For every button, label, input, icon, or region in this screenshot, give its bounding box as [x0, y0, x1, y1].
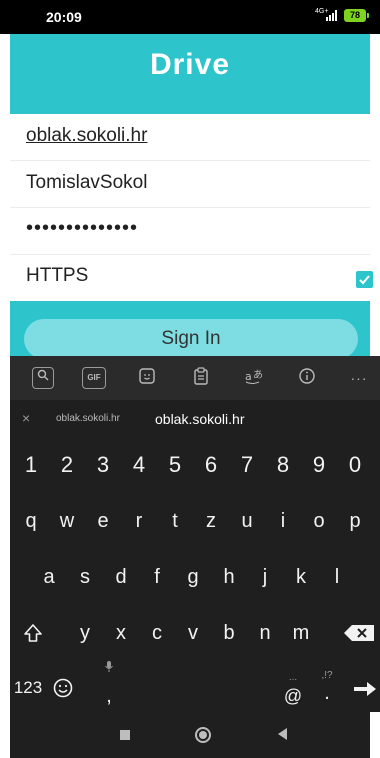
arrow-right-icon — [354, 682, 376, 696]
status-bar: 20:09 4G+ 78 — [0, 0, 380, 34]
microphone-icon — [105, 661, 113, 672]
search-icon[interactable] — [32, 367, 54, 389]
emoji-key[interactable] — [48, 666, 78, 710]
key-k[interactable]: k — [284, 555, 318, 599]
username-value: TomislavSokol — [26, 172, 148, 193]
keyboard-toolbar: GIF aあ ··· — [10, 356, 380, 400]
key-q[interactable]: q — [14, 499, 48, 543]
password-field[interactable]: •••••••••••••• — [10, 209, 370, 255]
key-d[interactable]: d — [104, 555, 138, 599]
backspace-key[interactable] — [340, 611, 378, 655]
more-icon[interactable]: ··· — [348, 367, 370, 389]
page-title: Drive — [149, 48, 231, 81]
key-z[interactable]: z — [194, 499, 228, 543]
app-screen: 20:09 4G+ 78 Drive oblak.sokoli.hr Tomis… — [0, 0, 380, 758]
key-h[interactable]: h — [212, 555, 246, 599]
gif-icon[interactable]: GIF — [82, 367, 106, 389]
key-e[interactable]: e — [86, 499, 120, 543]
server-field[interactable]: oblak.sokoli.hr — [10, 115, 370, 161]
key-v[interactable]: v — [176, 611, 210, 655]
key-s[interactable]: s — [68, 555, 102, 599]
back-icon[interactable] — [278, 728, 287, 740]
enter-key[interactable] — [350, 666, 380, 710]
signal-icon — [326, 10, 339, 21]
key-j[interactable]: j — [248, 555, 282, 599]
https-row: HTTPS — [10, 255, 373, 301]
key-l[interactable]: l — [320, 555, 354, 599]
comma-key[interactable]: , — [92, 661, 126, 710]
check-icon — [359, 275, 370, 285]
clipboard-icon[interactable] — [190, 367, 212, 389]
keyboard: GIF aあ ··· × oblak.sokoli.hr oblak.sokol… — [10, 356, 380, 712]
key-a[interactable]: a — [32, 555, 66, 599]
comma-label: , — [106, 685, 112, 707]
key-g[interactable]: g — [176, 555, 210, 599]
period-label: . — [324, 682, 330, 704]
password-value: •••••••••••••• — [26, 217, 139, 239]
key-4[interactable]: 4 — [122, 443, 156, 487]
info-icon[interactable] — [296, 367, 318, 389]
status-time: 20:09 — [46, 9, 82, 25]
period-key[interactable]: ,!? . — [312, 666, 342, 710]
key-6[interactable]: 6 — [194, 443, 228, 487]
https-checkbox[interactable] — [356, 271, 373, 288]
key-m[interactable]: m — [284, 611, 318, 655]
close-suggestions-icon[interactable]: × — [22, 410, 30, 426]
suggestion-bar: × oblak.sokoli.hr oblak.sokoli.hr — [10, 400, 380, 440]
key-f[interactable]: f — [140, 555, 174, 599]
svg-text:a: a — [245, 370, 252, 383]
key-9[interactable]: 9 — [302, 443, 336, 487]
home-icon[interactable] — [195, 727, 211, 743]
key-5[interactable]: 5 — [158, 443, 192, 487]
key-8[interactable]: 8 — [266, 443, 300, 487]
space-key[interactable] — [134, 666, 274, 710]
key-t[interactable]: t — [158, 499, 192, 543]
sign-in-area: Sign In — [10, 301, 370, 359]
sign-in-button[interactable]: Sign In — [24, 319, 358, 359]
key-7[interactable]: 7 — [230, 443, 264, 487]
key-p[interactable]: p — [338, 499, 372, 543]
at-key[interactable]: ... @ — [276, 666, 310, 710]
battery-icon: 78 — [344, 9, 369, 22]
key-u[interactable]: u — [230, 499, 264, 543]
https-label: HTTPS — [26, 265, 89, 286]
numbers-key[interactable]: 123 — [10, 666, 46, 710]
sticker-icon[interactable] — [136, 367, 158, 389]
key-n[interactable]: n — [248, 611, 282, 655]
svg-text:あ: あ — [253, 369, 263, 381]
key-i[interactable]: i — [266, 499, 300, 543]
at-label: @ — [283, 686, 303, 706]
key-c[interactable]: c — [140, 611, 174, 655]
key-1[interactable]: 1 — [14, 443, 48, 487]
key-w[interactable]: w — [50, 499, 84, 543]
suggestion-center[interactable]: oblak.sokoli.hr — [155, 411, 245, 427]
shift-key[interactable] — [16, 611, 50, 655]
suggestion-left[interactable]: oblak.sokoli.hr — [56, 413, 120, 424]
left-edge — [0, 34, 10, 714]
key-2[interactable]: 2 — [50, 443, 84, 487]
key-y[interactable]: y — [68, 611, 102, 655]
emoji-icon — [53, 678, 73, 698]
key-x[interactable]: x — [104, 611, 138, 655]
key-r[interactable]: r — [122, 499, 156, 543]
key-3[interactable]: 3 — [86, 443, 120, 487]
translate-icon[interactable]: aあ — [242, 367, 268, 389]
key-b[interactable]: b — [212, 611, 246, 655]
recent-apps-icon[interactable] — [120, 730, 130, 740]
shift-icon — [24, 624, 42, 642]
app-header: Drive — [10, 34, 370, 114]
key-0[interactable]: 0 — [338, 443, 372, 487]
navigation-bar — [10, 712, 370, 758]
username-field[interactable]: TomislavSokol — [10, 162, 370, 208]
server-value: oblak.sokoli.hr — [26, 125, 148, 146]
backspace-icon — [344, 625, 374, 641]
key-o[interactable]: o — [302, 499, 336, 543]
